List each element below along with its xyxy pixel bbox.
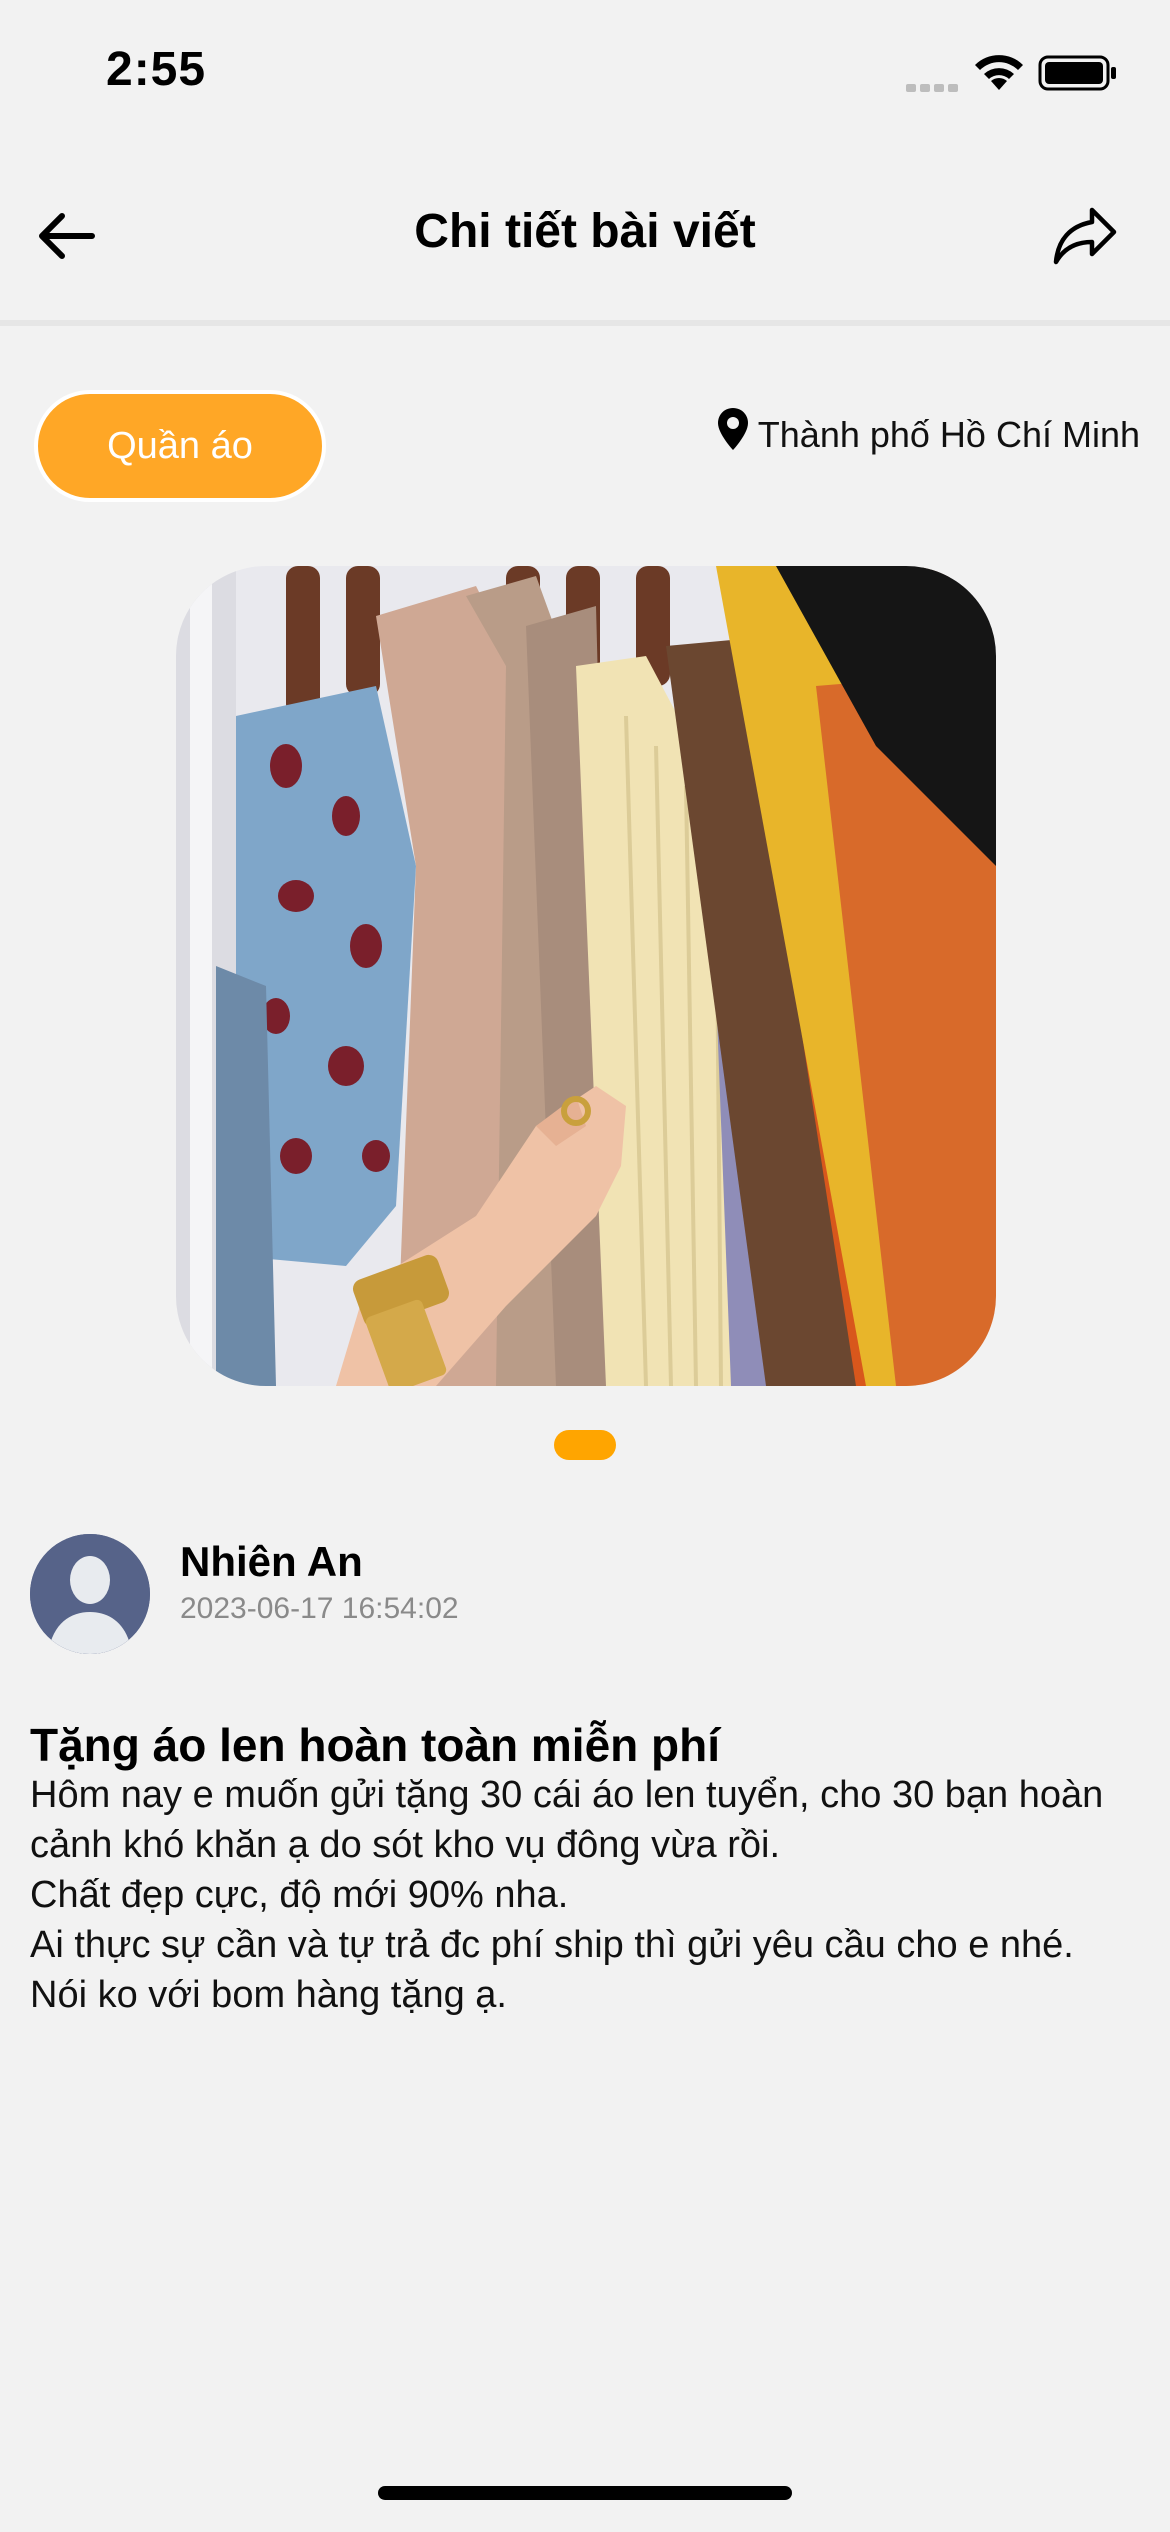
status-time: 2:55: [106, 43, 207, 96]
author-name[interactable]: Nhiên An: [180, 1538, 363, 1586]
wifi-icon: [975, 55, 1023, 90]
share-icon[interactable]: [1048, 200, 1120, 272]
navigation-bar: Chi tiết bài viết: [0, 160, 1170, 326]
avatar[interactable]: [30, 1534, 150, 1654]
location-label: Thành phố Hồ Chí Minh: [757, 414, 1140, 455]
category-chip[interactable]: Quần áo: [34, 390, 326, 502]
post-image[interactable]: [176, 566, 996, 1386]
cellular-signal-icon: [906, 84, 958, 92]
location: Thành phố Hồ Chí Minh: [716, 408, 1140, 456]
home-indicator[interactable]: [378, 2486, 792, 2500]
location-pin-icon: [717, 408, 748, 450]
post-title: Tặng áo len hoàn toàn miễn phí: [30, 1719, 721, 1771]
battery-icon: [1038, 55, 1116, 91]
status-bar: 2:55: [0, 0, 1170, 140]
post-body: Hôm nay e muốn gửi tặng 30 cái áo len tu…: [30, 1774, 1104, 2016]
post-timestamp: 2023-06-17 16:54:02: [180, 1592, 459, 1625]
user-avatar-icon: [30, 1534, 150, 1654]
image-pager-dot[interactable]: [554, 1430, 616, 1460]
clothes-rack-photo: [176, 566, 996, 1386]
post-detail-screen: 2:55 Chi tiết bài viết Quần áo Thành phố…: [0, 0, 1170, 2532]
page-title: Chi tiết bài viết: [414, 205, 756, 258]
